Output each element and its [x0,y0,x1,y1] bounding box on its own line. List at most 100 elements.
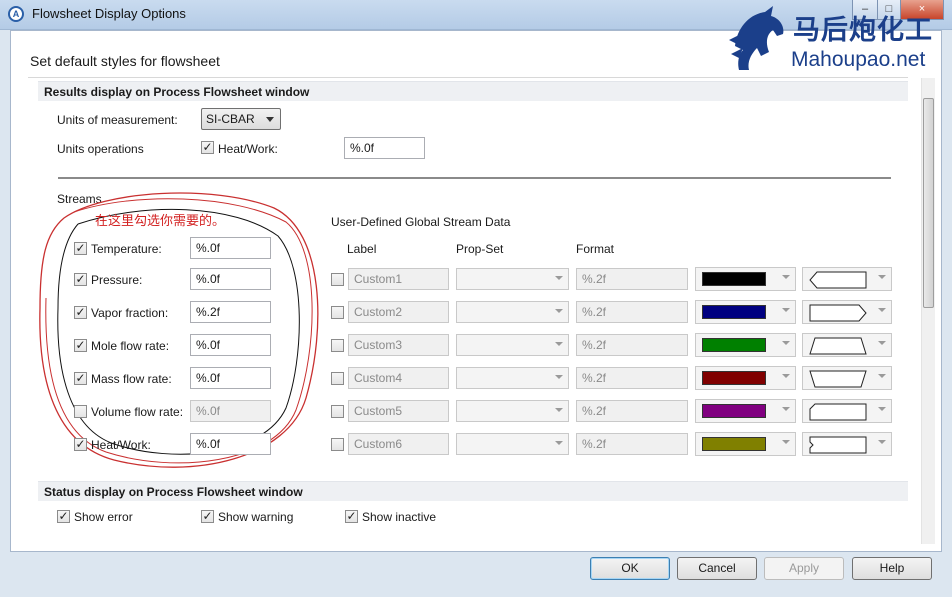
custom-propset-select[interactable] [456,301,569,323]
stream-checkbox-volume-flow[interactable] [74,405,87,418]
stream-label-volume-flow: Volume flow rate: [91,405,184,419]
check-icon: ✓ [75,241,86,255]
color-swatch [702,272,766,286]
stream-format-mole-flow[interactable]: %.0f [190,334,271,356]
stream-label-pressure: Pressure: [91,273,143,287]
custom-shape-select[interactable] [802,333,892,357]
custom-format-input[interactable]: %.2f [576,400,688,422]
custom-propset-select[interactable] [456,268,569,290]
status-section-header: Status display on Process Flowsheet wind… [38,481,908,501]
show-error-checkbox[interactable]: ✓ [57,510,70,523]
custom-label-input[interactable]: Custom5 [348,400,449,422]
custom-label-input[interactable]: Custom3 [348,334,449,356]
watermark-cn-text: 马后炮化工 [793,15,933,45]
custom-format-input[interactable]: %.2f [576,367,688,389]
stream-label-mass-flow: Mass flow rate: [91,372,172,386]
check-icon: ✓ [346,509,357,523]
color-swatch [702,371,766,385]
custom-color-select[interactable] [695,432,796,456]
custom-row-checkbox[interactable] [331,438,344,451]
trapezoid-shape-icon [809,337,867,355]
custom-shape-select[interactable] [802,267,892,291]
stream-checkbox-mass-flow[interactable]: ✓ [74,372,87,385]
stream-format-temperature[interactable]: %.0f [190,237,271,259]
chevron-down-icon [782,275,790,279]
stream-format-pressure[interactable]: %.0f [190,268,271,290]
check-icon: ✓ [58,509,69,523]
chevron-down-icon [555,408,563,412]
stream-checkbox-mole-flow[interactable]: ✓ [74,339,87,352]
show-warning-checkbox[interactable]: ✓ [201,510,214,523]
chevron-down-icon [555,342,563,346]
custom-color-select[interactable] [695,300,796,324]
custom-propset-select[interactable] [456,334,569,356]
custom-label-input[interactable]: Custom4 [348,367,449,389]
chevron-down-icon [782,440,790,444]
unitops-heatwork-label: Heat/Work: [218,142,278,156]
custom-row-checkbox[interactable] [331,339,344,352]
app-icon: A [8,6,24,22]
stream-format-volume-flow[interactable]: %.0f [190,400,271,422]
notch-left-shape-icon [809,403,867,421]
chevron-down-icon [878,407,886,411]
col-header-label: Label [347,242,377,256]
custom-propset-select[interactable] [456,433,569,455]
chevron-down-icon [782,341,790,345]
stream-format-heat-work[interactable]: %.0f [190,433,271,455]
custom-propset-select[interactable] [456,367,569,389]
unitops-heatwork-format-input[interactable]: %.0f [344,137,425,159]
custom-row-checkbox[interactable] [331,306,344,319]
stream-checkbox-heat-work[interactable]: ✓ [74,438,87,451]
chevron-down-icon [266,117,274,122]
chevron-down-icon [782,308,790,312]
stream-checkbox-vapor-fraction[interactable]: ✓ [74,306,87,319]
custom-row-checkbox[interactable] [331,372,344,385]
custom-color-select[interactable] [695,267,796,291]
custom-format-input[interactable]: %.2f [576,433,688,455]
section-separator [58,177,891,179]
user-defined-title: User-Defined Global Stream Data [331,215,511,229]
custom-format-input[interactable]: %.2f [576,334,688,356]
check-icon: ✓ [75,305,86,319]
unitops-heatwork-checkbox[interactable]: ✓ [201,141,214,154]
col-header-format: Format [576,242,615,256]
units-select[interactable]: SI-CBAR [201,108,281,130]
stream-label-temperature: Temperature: [91,242,162,256]
chevron-down-icon [782,407,790,411]
custom-row-checkbox[interactable] [331,273,344,286]
scrollbar-thumb[interactable] [923,98,934,308]
check-icon: ✓ [75,371,86,385]
custom-color-select[interactable] [695,366,796,390]
color-swatch [702,437,766,451]
cancel-button[interactable]: Cancel [677,557,757,580]
apply-button[interactable]: Apply [764,557,844,580]
custom-row-checkbox[interactable] [331,405,344,418]
custom-label-input[interactable]: Custom6 [348,433,449,455]
stream-format-mass-flow[interactable]: %.0f [190,367,271,389]
stream-format-vapor-fraction[interactable]: %.2f [190,301,271,323]
custom-shape-select[interactable] [802,432,892,456]
custom-label-input[interactable]: Custom2 [348,301,449,323]
stream-label-mole-flow: Mole flow rate: [91,339,170,353]
unitops-label: Units operations [57,142,144,156]
chevron-down-icon [878,440,886,444]
ok-button[interactable]: OK [590,557,670,580]
custom-format-input[interactable]: %.2f [576,268,688,290]
custom-shape-select[interactable] [802,366,892,390]
custom-format-input[interactable]: %.2f [576,301,688,323]
stream-checkbox-temperature[interactable]: ✓ [74,242,87,255]
custom-propset-select[interactable] [456,400,569,422]
stream-checkbox-pressure[interactable]: ✓ [74,273,87,286]
custom-shape-select[interactable] [802,300,892,324]
custom-label-input[interactable]: Custom1 [348,268,449,290]
custom-shape-select[interactable] [802,399,892,423]
help-button[interactable]: Help [852,557,932,580]
vertical-scrollbar[interactable] [921,78,935,544]
custom-color-select[interactable] [695,399,796,423]
col-header-propset: Prop-Set [456,242,504,256]
show-inactive-checkbox[interactable]: ✓ [345,510,358,523]
color-swatch [702,305,766,319]
chevron-down-icon [555,309,563,313]
horse-logo-icon [729,6,784,70]
custom-color-select[interactable] [695,333,796,357]
